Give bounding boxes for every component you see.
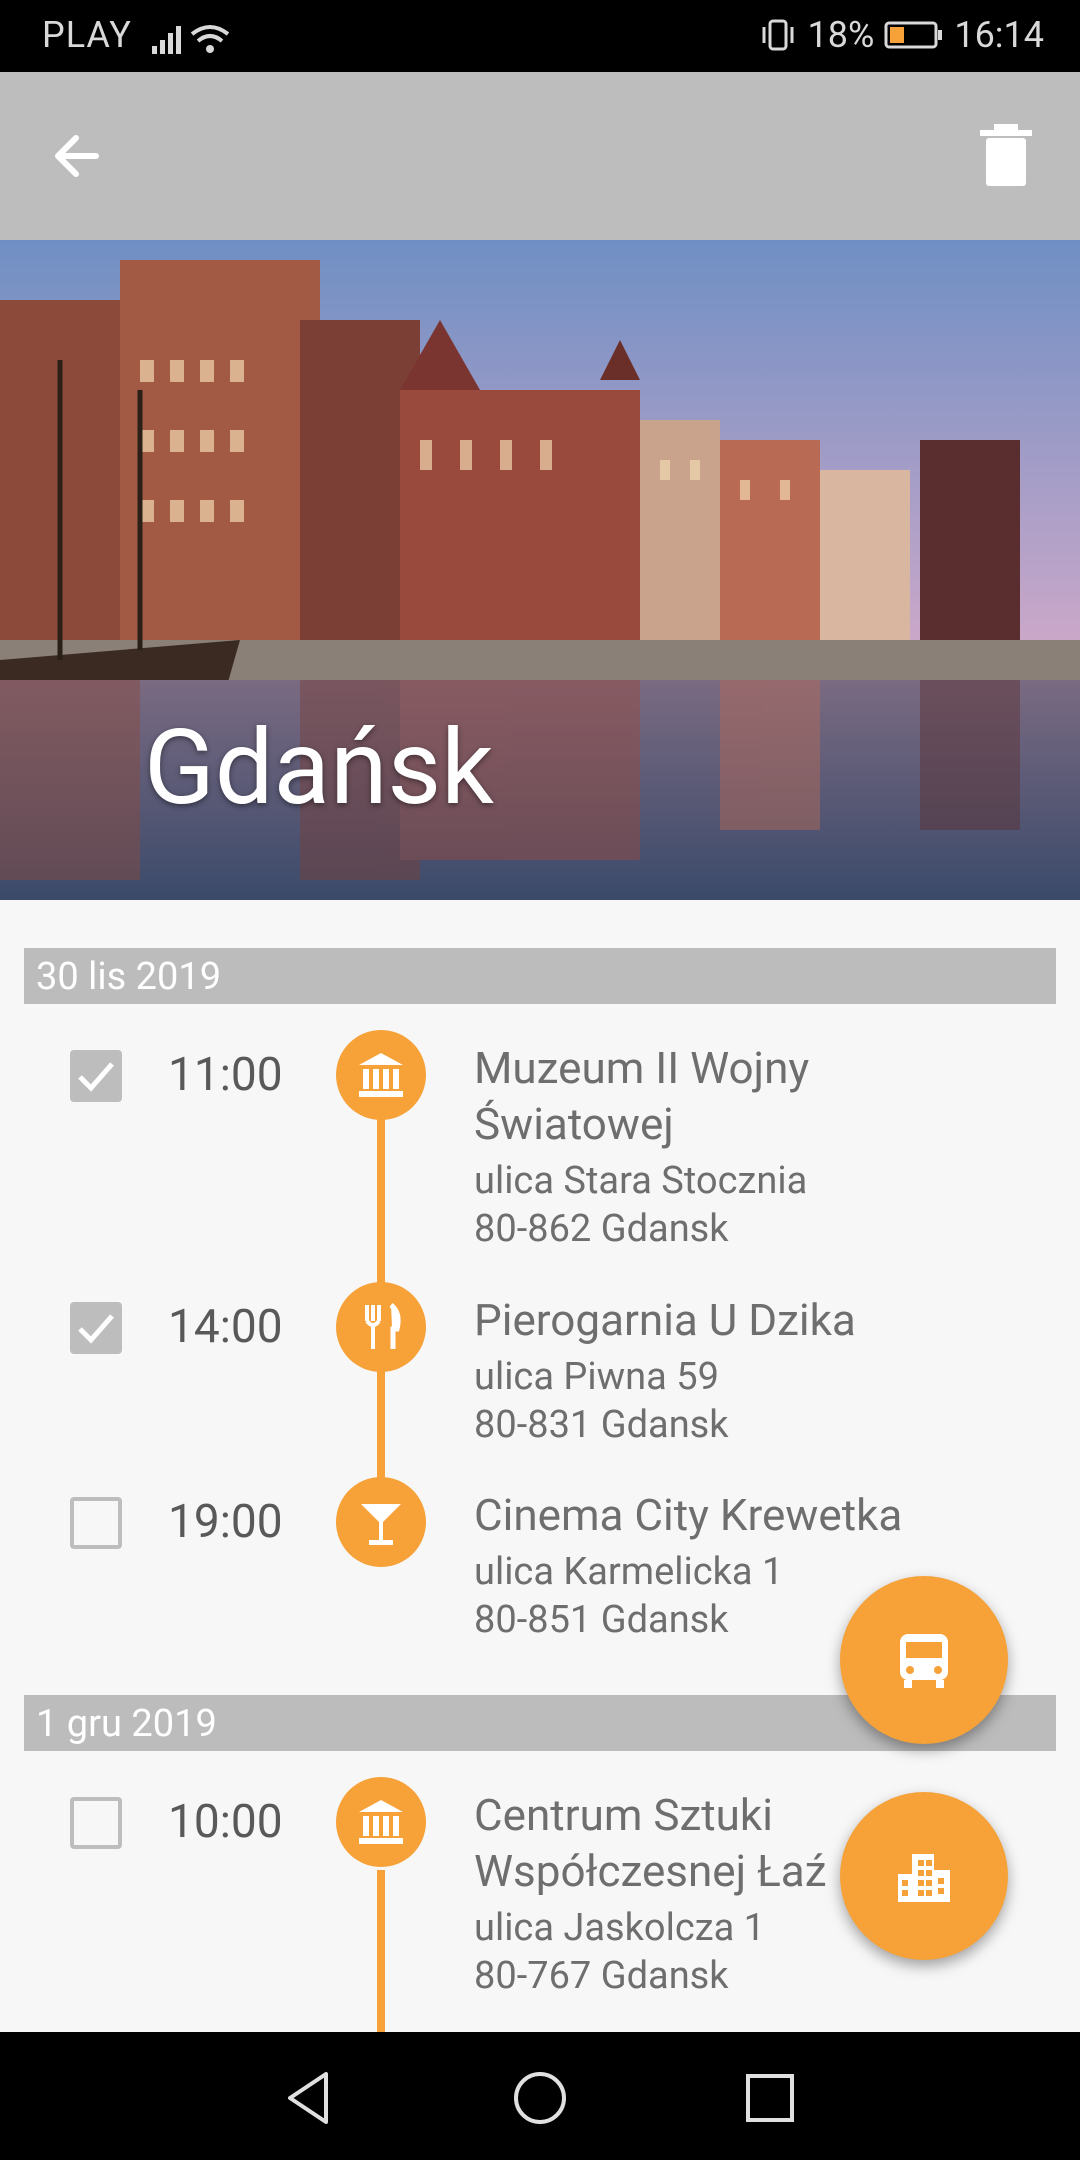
museum-icon bbox=[359, 1053, 403, 1097]
signal-wifi-icon bbox=[152, 25, 230, 54]
place-city: 80-862 Gdansk bbox=[474, 1207, 729, 1251]
clock: 16:14 bbox=[954, 14, 1044, 56]
cocktail-icon bbox=[361, 1504, 401, 1545]
day-header: 30 lis 2019 bbox=[24, 948, 1056, 1004]
battery-icon bbox=[884, 21, 943, 49]
bus-icon bbox=[900, 1634, 948, 1688]
place-street: ulica Stara Stocznia bbox=[474, 1159, 808, 1203]
place-name-line2: Światowej bbox=[474, 1098, 674, 1150]
check-icon bbox=[78, 1062, 114, 1092]
visited-checkbox[interactable] bbox=[70, 1050, 122, 1102]
place-street: ulica Piwna 59 bbox=[474, 1355, 719, 1399]
place-city: 80-831 Gdansk bbox=[474, 1403, 729, 1447]
place-street: ulica Jaskolcza 1 bbox=[474, 1906, 766, 1950]
item-time: 14:00 bbox=[168, 1300, 283, 1354]
vibrate-icon bbox=[762, 19, 793, 51]
timeline-node bbox=[336, 1777, 426, 1867]
delete-icon[interactable] bbox=[978, 124, 1034, 188]
navigation-bar bbox=[0, 2032, 1080, 2160]
battery-percent: 18% bbox=[807, 14, 875, 56]
place-city: 80-851 Gdansk bbox=[474, 1598, 729, 1642]
place-name: Cinema City Krewetka bbox=[474, 1489, 903, 1541]
place-name-line2: Współczesnej Łaź bbox=[474, 1845, 827, 1897]
back-arrow-icon[interactable] bbox=[46, 124, 110, 188]
transport-fab[interactable] bbox=[840, 1576, 1008, 1744]
place-city: 80-767 Gdansk bbox=[474, 1954, 729, 1998]
place-name: Muzeum II Wojny bbox=[474, 1042, 810, 1094]
museum-icon bbox=[359, 1800, 403, 1844]
hotel-icon bbox=[898, 1854, 950, 1902]
place-name: Pierogarnia U Dzika bbox=[474, 1294, 856, 1346]
timeline-node bbox=[336, 1282, 426, 1372]
hero-image: Gdańsk bbox=[0, 240, 1080, 900]
timeline-node bbox=[336, 1030, 426, 1120]
check-icon bbox=[78, 1314, 114, 1344]
carrier-label: PLAY bbox=[42, 14, 132, 56]
status-bar: PLAY 18% 16:14 bbox=[0, 0, 1080, 72]
accommodation-fab[interactable] bbox=[840, 1792, 1008, 1960]
back-nav-icon[interactable] bbox=[280, 2068, 340, 2128]
city-title: Gdańsk bbox=[144, 708, 494, 829]
visited-checkbox[interactable] bbox=[70, 1497, 122, 1549]
recents-nav-icon[interactable] bbox=[740, 2068, 800, 2128]
timeline-line bbox=[377, 1870, 385, 2032]
timeline-node bbox=[336, 1477, 426, 1567]
place-name: Centrum Sztuki bbox=[474, 1789, 773, 1841]
visited-checkbox[interactable] bbox=[70, 1302, 122, 1354]
app-bar bbox=[0, 72, 1080, 240]
item-time: 11:00 bbox=[168, 1048, 283, 1102]
item-time: 19:00 bbox=[168, 1495, 283, 1549]
visited-checkbox[interactable] bbox=[70, 1797, 122, 1849]
place-street: ulica Karmelicka 1 bbox=[474, 1550, 784, 1594]
item-time: 10:00 bbox=[168, 1795, 283, 1849]
restaurant-icon bbox=[365, 1303, 401, 1349]
home-nav-icon[interactable] bbox=[510, 2068, 570, 2128]
